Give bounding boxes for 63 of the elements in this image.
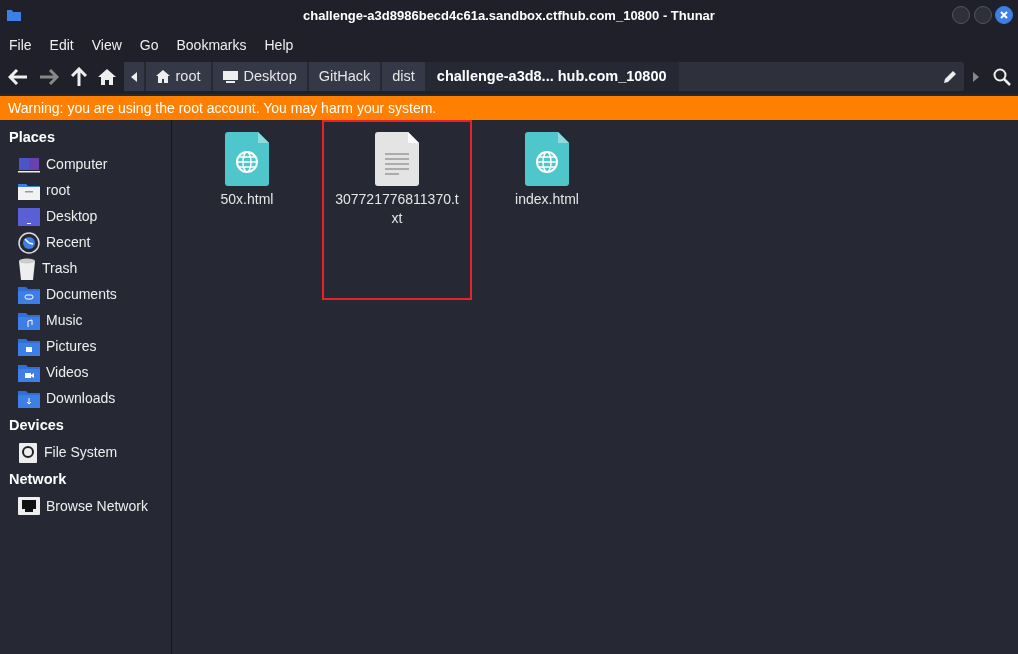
downloads-folder-icon: [18, 389, 40, 408]
window-title: challenge-a3d8986becd4c61a.sandbox.ctfhub.com_10800 - Thunar: [303, 6, 715, 25]
sidebar-item[interactable]: Desktop: [0, 203, 171, 230]
sidebar-item[interactable]: Recent: [0, 229, 171, 256]
path-button[interactable]: GitHack: [308, 62, 383, 91]
pencil-icon: [943, 70, 957, 83]
document-tile[interactable]: 307721776811370.txt: [322, 120, 472, 300]
forward-arrow-icon: [39, 68, 59, 85]
up-arrow-icon: [70, 66, 87, 87]
sidebar-item[interactable]: Pictures: [0, 333, 171, 360]
document-tile[interactable]: 50x.html: [172, 120, 322, 300]
menu-item[interactable]: Bookmarks: [167, 34, 256, 56]
scroll-left-button[interactable]: [123, 62, 146, 91]
close-button[interactable]: [995, 6, 1013, 24]
web-file-icon: [525, 132, 569, 186]
sidebar-heading: Network: [8, 469, 68, 489]
caret-right-icon: [973, 71, 979, 82]
menu-item[interactable]: Edit: [40, 34, 83, 56]
music-folder-icon: [18, 311, 40, 330]
path-button[interactable]: dist: [382, 62, 427, 91]
menu-item[interactable]: View: [82, 34, 131, 56]
file-name: 50x.html: [219, 190, 275, 209]
pictures-folder-icon: [18, 337, 40, 356]
close-icon: [1000, 11, 1008, 19]
menu-item[interactable]: Help: [255, 34, 303, 56]
clock-icon: [18, 231, 40, 254]
file-name: index.html: [514, 190, 580, 209]
home-icon: [155, 70, 170, 83]
path-button[interactable]: challenge-a3d8... hub.com_10800: [426, 62, 679, 91]
sidebar-item[interactable]: Documents: [0, 281, 171, 308]
menu-item[interactable]: Go: [130, 34, 168, 56]
documents-folder-icon: [18, 285, 40, 304]
folder-icon: [7, 9, 21, 21]
sidebar-item[interactable]: Downloads: [0, 385, 171, 412]
warning-banner: Warning: you are using the root account. You may harm your system.: [0, 96, 1018, 120]
drive-icon: [18, 441, 38, 464]
home-folder-icon: [18, 181, 40, 200]
desktop-icon: [18, 207, 40, 226]
computer-icon: [18, 155, 40, 174]
sidebar-item[interactable]: File System: [0, 439, 171, 466]
caret-left-icon: [130, 71, 137, 82]
sidebar-heading: Places: [8, 128, 56, 147]
menu-item[interactable]: File: [0, 34, 41, 56]
search-icon: [992, 67, 1011, 86]
text-file-icon: [375, 132, 419, 186]
file-name: 307721776811370.txt: [334, 190, 460, 228]
home-icon: [98, 68, 116, 85]
videos-folder-icon: [18, 363, 40, 382]
sidebar-item[interactable]: Browse Network: [0, 493, 171, 520]
sidebar-item[interactable]: Videos: [0, 359, 171, 386]
network-icon: [18, 497, 40, 516]
sidebar-item[interactable]: Music: [0, 307, 171, 334]
path-button[interactable]: Desktop: [212, 62, 309, 91]
trash-icon: [18, 257, 36, 280]
sidebar-item[interactable]: Computer: [0, 151, 171, 178]
monitor-icon: [222, 70, 238, 83]
document-tile[interactable]: index.html: [472, 120, 622, 300]
sidebar-item[interactable]: Trash: [0, 255, 171, 282]
back-arrow-icon: [7, 68, 28, 85]
web-file-icon: [225, 132, 269, 186]
sidebar-item[interactable]: root: [0, 177, 171, 204]
path-button[interactable]: root: [145, 62, 213, 91]
sidebar-heading: Devices: [8, 415, 65, 435]
